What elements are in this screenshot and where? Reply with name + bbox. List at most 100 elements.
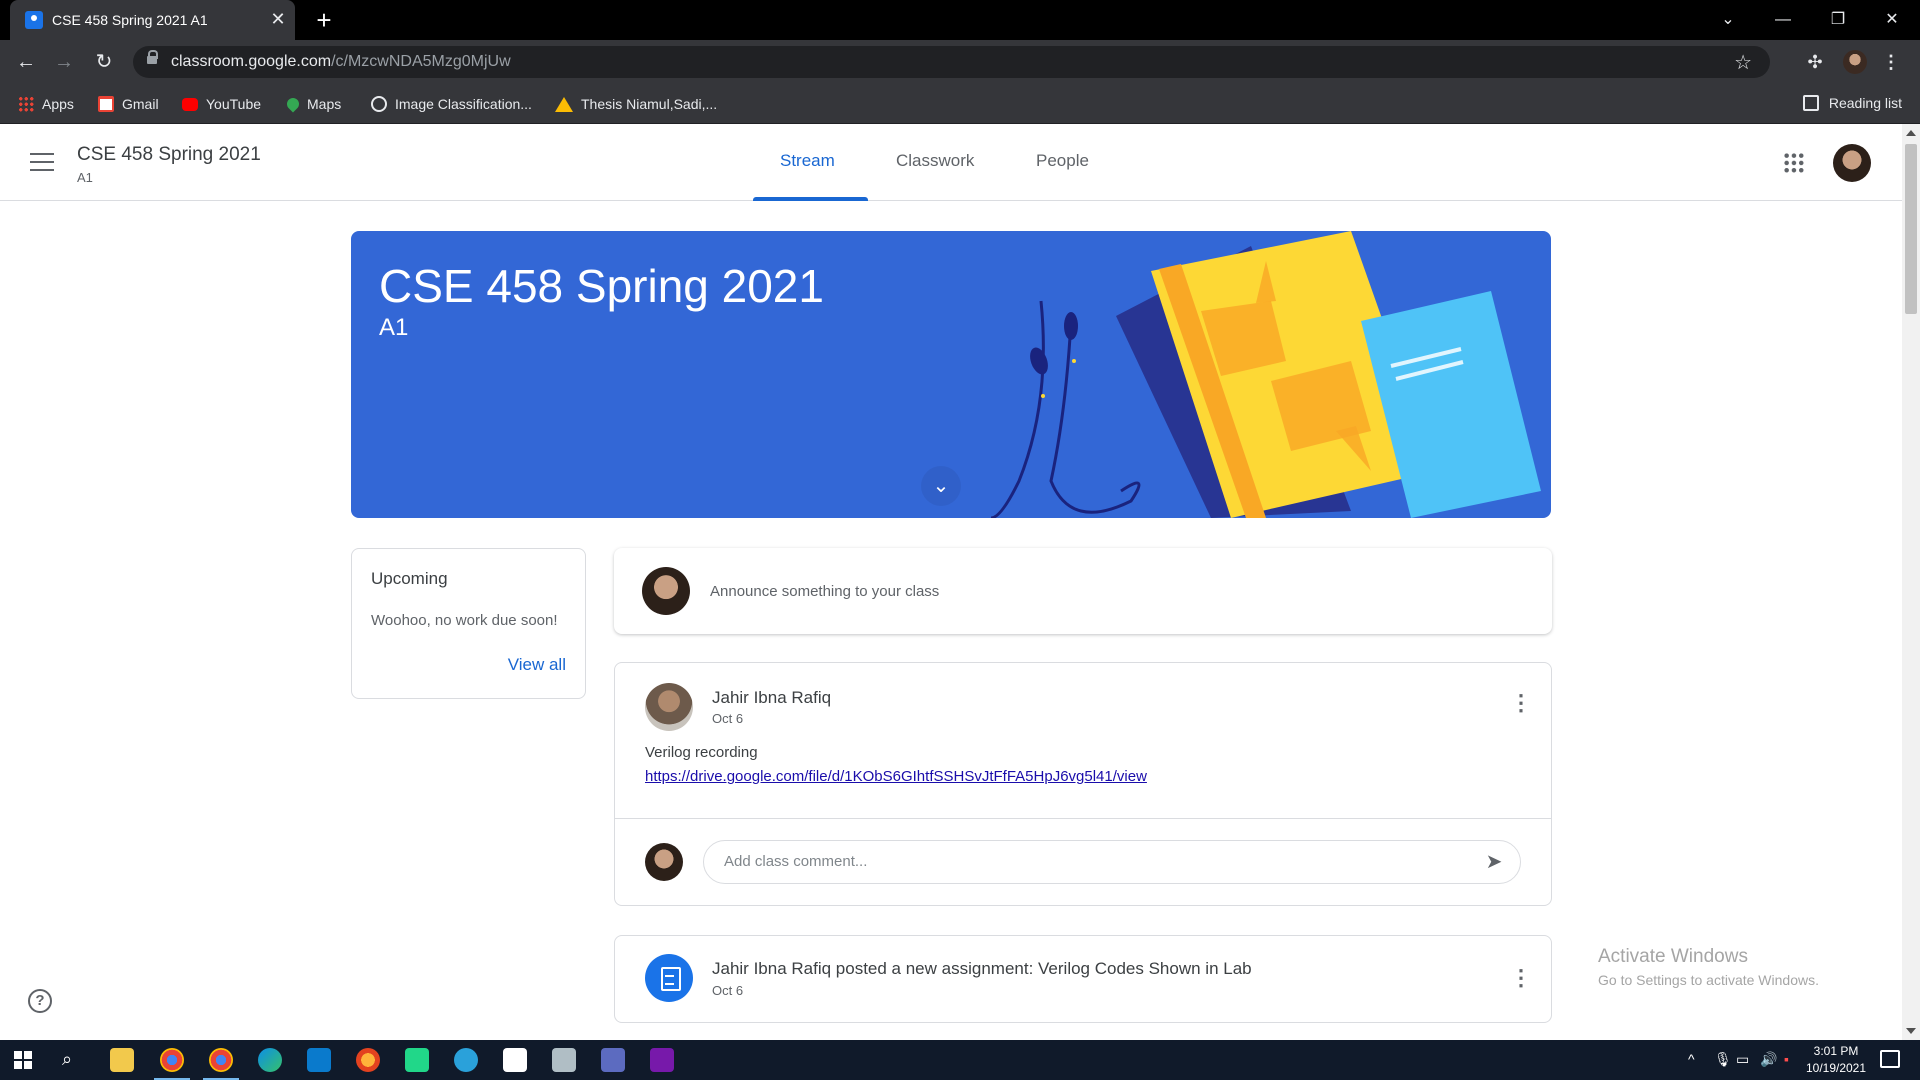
microphone-icon[interactable]: 🎙: [1714, 1051, 1732, 1068]
pycharm-icon[interactable]: [405, 1048, 429, 1072]
antivirus-icon[interactable]: ▪: [1784, 1051, 1789, 1067]
bookmark-apps[interactable]: Apps: [18, 95, 74, 113]
activate-windows-watermark: Activate Windows Go to Settings to activ…: [1598, 946, 1819, 988]
gmail-icon: [98, 96, 114, 112]
lock-icon: [147, 50, 158, 67]
windows-taskbar: ⌕ ^ 🎙 ▭ 🔊 ▪ 3:01 PM 10/19/2021: [0, 1040, 1920, 1080]
main-menu-icon[interactable]: [30, 153, 54, 171]
close-window-button[interactable]: ✕: [1877, 6, 1907, 34]
post-date: Oct 6: [712, 711, 744, 726]
classroom-app-bar: CSE 458 Spring 2021 A1 Stream Classwork …: [0, 124, 1902, 201]
class-section: A1: [77, 170, 93, 185]
forward-button[interactable]: →: [50, 48, 78, 76]
scroll-down-arrow-icon[interactable]: [1906, 1028, 1916, 1034]
windows-start-icon[interactable]: [14, 1051, 32, 1069]
tab-classwork[interactable]: Classwork: [896, 151, 974, 171]
scroll-thumb[interactable]: [1905, 144, 1917, 314]
firefox-icon[interactable]: [356, 1048, 380, 1072]
active-tab-indicator: [753, 197, 868, 201]
scroll-up-arrow-icon[interactable]: [1906, 130, 1916, 136]
bookmark-gmail[interactable]: Gmail: [98, 95, 159, 113]
calculator-icon[interactable]: [601, 1048, 625, 1072]
new-tab-button[interactable]: +: [312, 6, 336, 34]
post-author: Jahir Ibna Rafiq: [712, 688, 832, 707]
post-link[interactable]: https://drive.google.com/file/d/1KObS6GI…: [645, 768, 1147, 785]
url-text: classroom.google.com/c/MzcwNDA5Mzg0MjUw: [171, 53, 511, 70]
browser-tab-title: CSE 458 Spring 2021 A1: [52, 12, 208, 28]
class-banner: CSE 458 Spring 2021 A1 ⌄: [351, 231, 1551, 518]
expand-banner-chevron-icon[interactable]: ⌄: [921, 466, 961, 506]
close-tab-icon[interactable]: ✕: [268, 9, 288, 29]
bookmark-youtube[interactable]: YouTube: [182, 95, 261, 113]
announce-box[interactable]: Announce something to your class: [614, 548, 1552, 634]
browser-tab[interactable]: CSE 458 Spring 2021 A1 ✕: [10, 0, 295, 40]
bookmark-image-classification[interactable]: Image Classification...: [371, 95, 532, 113]
view-all-link[interactable]: View all: [508, 655, 566, 675]
reading-list-icon: [1802, 95, 1819, 111]
comment-placeholder: Add class comment...: [724, 853, 868, 870]
profile-avatar[interactable]: [1843, 50, 1867, 74]
assignment-title[interactable]: Jahir Ibna Rafiq posted a new assignment…: [712, 959, 1252, 979]
file-explorer-icon[interactable]: [110, 1048, 134, 1072]
restore-button[interactable]: ❐: [1823, 6, 1853, 34]
chrome-profile-icon[interactable]: [203, 1048, 239, 1080]
chrome-icon[interactable]: [154, 1048, 190, 1080]
class-comment-input[interactable]: Add class comment... ➤: [703, 840, 1521, 884]
taskbar-clock[interactable]: 3:01 PM 10/19/2021: [1800, 1043, 1872, 1077]
class-title[interactable]: CSE 458 Spring 2021: [77, 144, 261, 166]
upcoming-message: Woohoo, no work due soon!: [371, 612, 558, 629]
address-bar[interactable]: classroom.google.com/c/MzcwNDA5Mzg0MjUw …: [133, 46, 1770, 78]
google-apps-icon[interactable]: [1783, 152, 1805, 174]
upcoming-card: Upcoming Woohoo, no work due soon! View …: [351, 548, 586, 699]
bookmarks-bar: Apps Gmail YouTube Maps Image Classifica…: [0, 84, 1920, 124]
apps-grid-icon: [18, 96, 34, 112]
notifications-icon[interactable]: [1880, 1050, 1900, 1068]
assignment-date: Oct 6: [712, 983, 744, 998]
help-icon[interactable]: ?: [28, 989, 52, 1013]
browser-toolbar: ← → ↻ classroom.google.com/c/MzcwNDA5Mzg…: [0, 40, 1920, 84]
network-icon[interactable]: ▭: [1736, 1051, 1749, 1068]
app-icon[interactable]: [552, 1048, 576, 1072]
page-scrollbar[interactable]: [1902, 124, 1920, 1040]
post-body: Verilog recording: [645, 744, 758, 761]
chrome-menu-icon[interactable]: ⋮: [1882, 50, 1900, 74]
stream-post: Jahir Ibna Rafiq Oct 6 ⋮ Verilog recordi…: [614, 662, 1552, 906]
globe-icon: [371, 96, 387, 112]
announce-avatar: [642, 567, 690, 615]
announce-placeholder[interactable]: Announce something to your class: [710, 583, 939, 600]
assignment-more-options-icon[interactable]: ⋮: [1509, 966, 1533, 990]
tab-people[interactable]: People: [1036, 151, 1089, 171]
telegram-icon[interactable]: [454, 1048, 478, 1072]
minimize-button[interactable]: —: [1768, 6, 1798, 34]
vscode-icon[interactable]: [307, 1048, 331, 1072]
comment-avatar: [645, 843, 683, 881]
reading-list-button[interactable]: Reading list: [1802, 95, 1902, 111]
drive-icon: [555, 96, 573, 112]
tab-search-icon[interactable]: ⌄: [1713, 6, 1743, 34]
extensions-puzzle-icon[interactable]: ✣: [1803, 50, 1827, 74]
notion-icon[interactable]: [503, 1048, 527, 1072]
volume-icon[interactable]: 🔊: [1760, 1051, 1777, 1068]
browser-tab-bar: CSE 458 Spring 2021 A1 ✕ + ⌄ — ❐ ✕: [0, 0, 1920, 40]
bookmark-maps[interactable]: Maps: [284, 95, 341, 113]
post-more-options-icon[interactable]: ⋮: [1509, 691, 1533, 715]
youtube-icon: [182, 97, 198, 111]
post-divider: [615, 818, 1551, 819]
tab-stream[interactable]: Stream: [780, 151, 835, 171]
bookmark-star-icon[interactable]: ☆: [1734, 50, 1752, 75]
post-author-avatar: [645, 683, 693, 731]
back-button[interactable]: ←: [12, 48, 40, 76]
assignment-post[interactable]: Jahir Ibna Rafiq posted a new assignment…: [614, 935, 1552, 1023]
reload-button[interactable]: ↻: [90, 48, 118, 76]
classroom-favicon-icon: [25, 11, 43, 29]
account-avatar[interactable]: [1833, 144, 1871, 182]
send-icon[interactable]: ➤: [1482, 850, 1506, 874]
taskbar-search-icon[interactable]: ⌕: [62, 1049, 82, 1069]
upcoming-title: Upcoming: [371, 569, 448, 588]
bookmark-thesis[interactable]: Thesis Niamul,Sadi,...: [555, 95, 717, 113]
edge-icon[interactable]: [258, 1048, 282, 1072]
assignment-icon: [645, 954, 693, 1002]
tray-chevron-icon[interactable]: ^: [1688, 1051, 1695, 1067]
maps-icon: [284, 95, 302, 113]
onenote-icon[interactable]: [650, 1048, 674, 1072]
